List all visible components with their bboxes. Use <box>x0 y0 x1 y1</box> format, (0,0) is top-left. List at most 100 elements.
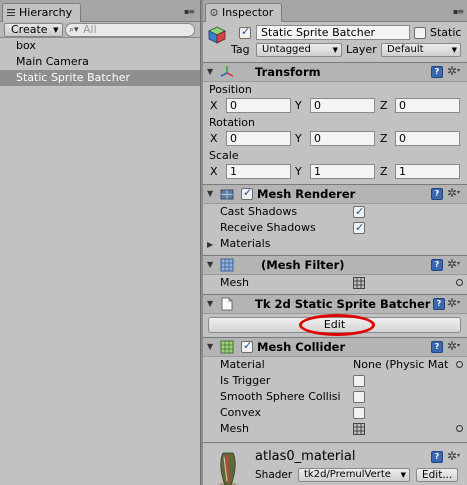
cast-shadows-row: Cast Shadows ✓ <box>203 204 467 220</box>
gear-icon[interactable]: ✲▾ <box>447 257 460 271</box>
inspector-body: ✓ Static Sprite Batcher Static Tag Untag… <box>203 22 467 485</box>
tab-hierarchy-label: Hierarchy <box>19 6 73 19</box>
gear-icon[interactable]: ✲▾ <box>447 296 460 310</box>
layer-dropdown[interactable]: Default ▼ <box>381 43 461 57</box>
collider-material-field[interactable]: None (Physic Mat <box>353 357 452 373</box>
mesh-collider-title: Mesh Collider <box>257 340 346 354</box>
inspector-tabbar: Inspector ▪≡ <box>203 0 467 22</box>
mesh-filter-header[interactable]: ▼ (Mesh Filter) ? ✲▾ <box>203 255 467 275</box>
axis-z-label: Z <box>380 165 388 178</box>
convex-row: Convex <box>203 405 467 421</box>
checkmark-icon: ✓ <box>243 186 253 199</box>
help-book-icon[interactable]: ? <box>431 66 443 78</box>
tab-inspector-label: Inspector <box>222 6 274 19</box>
rotation-y-field[interactable]: 0 <box>310 131 375 146</box>
gear-icon[interactable]: ✲▾ <box>447 339 460 353</box>
mesh-renderer-header[interactable]: ▼ ✓ Mesh Renderer ? ✲▾ <box>203 184 467 204</box>
position-z-field[interactable]: 0 <box>395 98 460 113</box>
smooth-sphere-row: Smooth Sphere Collisi <box>203 389 467 405</box>
panel-menu-icon[interactable]: ▪≡ <box>453 8 465 16</box>
help-book-icon[interactable]: ? <box>431 341 443 353</box>
sprite-batcher-header[interactable]: ▼ Tk 2d Static Sprite Batcher ? ✲▾ <box>203 294 467 314</box>
object-picker-icon[interactable] <box>456 425 463 432</box>
object-name-field[interactable]: Static Sprite Batcher <box>256 25 410 40</box>
tab-hierarchy[interactable]: Hierarchy <box>2 3 82 22</box>
mesh-grid-icon <box>353 423 365 435</box>
shader-dropdown[interactable]: tk2d/PremulVerte ▼ <box>298 468 410 482</box>
foldout-open-icon[interactable]: ▼ <box>207 189 213 198</box>
mesh-collider-icon <box>220 340 234 354</box>
collider-mesh-row: Mesh <box>203 421 467 437</box>
rotation-x-field[interactable]: 0 <box>226 131 291 146</box>
mesh-renderer-title: Mesh Renderer <box>257 187 356 201</box>
cast-shadows-checkbox[interactable]: ✓ <box>353 205 365 218</box>
create-button[interactable]: Create ▼ <box>4 23 63 37</box>
chevron-down-icon: ▼ <box>53 26 59 34</box>
smooth-sphere-checkbox[interactable] <box>353 391 365 403</box>
axis-y-label: Y <box>295 99 302 112</box>
collider-material-row: Material None (Physic Mat <box>203 357 467 373</box>
foldout-open-icon[interactable]: ▼ <box>207 260 213 269</box>
panel-menu-icon[interactable]: ▪≡ <box>184 8 196 16</box>
rotation-z-field[interactable]: 0 <box>395 131 460 146</box>
hierarchy-item-main-camera[interactable]: Main Camera <box>0 54 200 70</box>
sprite-batcher-title: Tk 2d Static Sprite Batcher <box>255 297 431 311</box>
scale-x-field[interactable]: 1 <box>226 164 291 179</box>
sprite-batcher-body: Edit <box>203 314 467 337</box>
convex-checkbox[interactable] <box>353 407 365 419</box>
foldout-open-icon[interactable]: ▼ <box>207 342 213 351</box>
create-button-label: Create <box>11 23 48 36</box>
mesh-collider-header[interactable]: ▼ ✓ Mesh Collider ? ✲▾ <box>203 337 467 357</box>
mesh-renderer-enabled-checkbox[interactable]: ✓ <box>241 186 253 200</box>
search-icon: ⌕▾ <box>69 25 79 35</box>
position-row: X 0 Y 0 Z 0 <box>203 97 467 115</box>
gear-icon[interactable]: ✲▾ <box>447 64 460 78</box>
convex-label: Convex <box>220 406 261 419</box>
hierarchy-toolbar: Create ▼ ⌕▾ All <box>0 22 200 38</box>
tag-label: Tag <box>231 43 250 56</box>
gear-icon[interactable]: ✲▾ <box>447 186 460 200</box>
position-x-field[interactable]: 0 <box>226 98 291 113</box>
axis-y-label: Y <box>295 165 302 178</box>
material-edit-button[interactable]: Edit... <box>416 468 459 482</box>
is-trigger-checkbox[interactable] <box>353 375 365 387</box>
axis-x-label: X <box>210 165 218 178</box>
tag-dropdown[interactable]: Untagged ▼ <box>256 43 342 57</box>
help-book-icon[interactable]: ? <box>431 188 443 200</box>
object-picker-icon[interactable] <box>456 361 463 368</box>
help-book-icon[interactable]: ? <box>431 451 443 463</box>
shader-value: tk2d/PremulVerte <box>304 469 391 480</box>
position-y-field[interactable]: 0 <box>310 98 375 113</box>
foldout-closed-icon[interactable]: ▶ <box>207 237 213 253</box>
info-icon <box>210 9 218 16</box>
gear-icon[interactable]: ✲▾ <box>447 449 460 463</box>
help-book-icon[interactable]: ? <box>433 298 445 310</box>
materials-label: Materials <box>220 237 271 250</box>
static-checkbox[interactable] <box>414 27 426 39</box>
receive-shadows-row: Receive Shadows ✓ <box>203 220 467 236</box>
search-input[interactable]: ⌕▾ All <box>65 23 195 37</box>
static-label: Static <box>430 26 462 39</box>
transform-title: Transform <box>255 65 321 79</box>
rotation-label: Rotation <box>209 116 256 129</box>
scale-y-field[interactable]: 1 <box>310 164 375 179</box>
active-checkbox[interactable]: ✓ <box>239 25 251 39</box>
tab-inspector[interactable]: Inspector <box>205 3 283 22</box>
receive-shadows-checkbox[interactable]: ✓ <box>353 221 365 234</box>
material-preview-icon <box>219 452 237 485</box>
checkmark-icon: ✓ <box>355 205 365 218</box>
hierarchy-panel: Hierarchy ▪≡ Create ▼ ⌕▾ All box Main Ca… <box>0 0 201 485</box>
help-book-icon[interactable]: ? <box>431 259 443 271</box>
scale-z-field[interactable]: 1 <box>395 164 460 179</box>
transform-header[interactable]: ▼ Transform ? ✲▾ <box>203 62 467 82</box>
collider-mesh-label: Mesh <box>220 422 249 435</box>
mesh-collider-enabled-checkbox[interactable]: ✓ <box>241 339 253 353</box>
object-picker-icon[interactable] <box>456 279 463 286</box>
foldout-open-icon[interactable]: ▼ <box>207 299 213 308</box>
materials-row[interactable]: ▶ Materials <box>203 236 467 252</box>
hierarchy-item-box[interactable]: box <box>0 38 200 54</box>
hierarchy-item-static-sprite-batcher[interactable]: Static Sprite Batcher <box>0 70 200 86</box>
axis-z-label: Z <box>380 132 388 145</box>
axis-x-label: X <box>210 132 218 145</box>
foldout-open-icon[interactable]: ▼ <box>207 67 213 76</box>
